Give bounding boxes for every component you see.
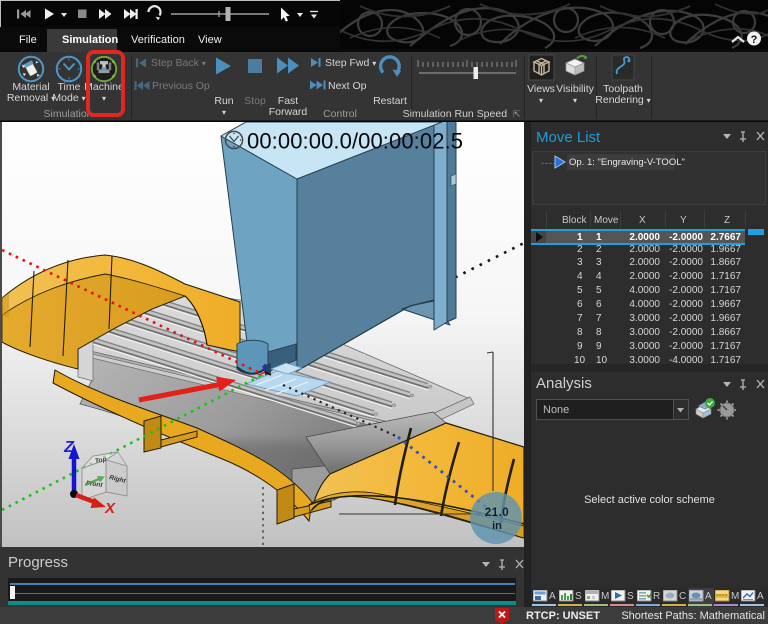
svg-text:in: in [492, 520, 502, 532]
svg-text:21.0: 21.0 [485, 507, 509, 519]
svg-text:?: ? [751, 34, 758, 46]
svg-text:X: X [104, 500, 116, 517]
svg-text:Z: Z [63, 439, 75, 456]
svg-text:00:00:00.0/00:00:02.5: 00:00:00.0/00:00:02.5 [247, 129, 463, 154]
